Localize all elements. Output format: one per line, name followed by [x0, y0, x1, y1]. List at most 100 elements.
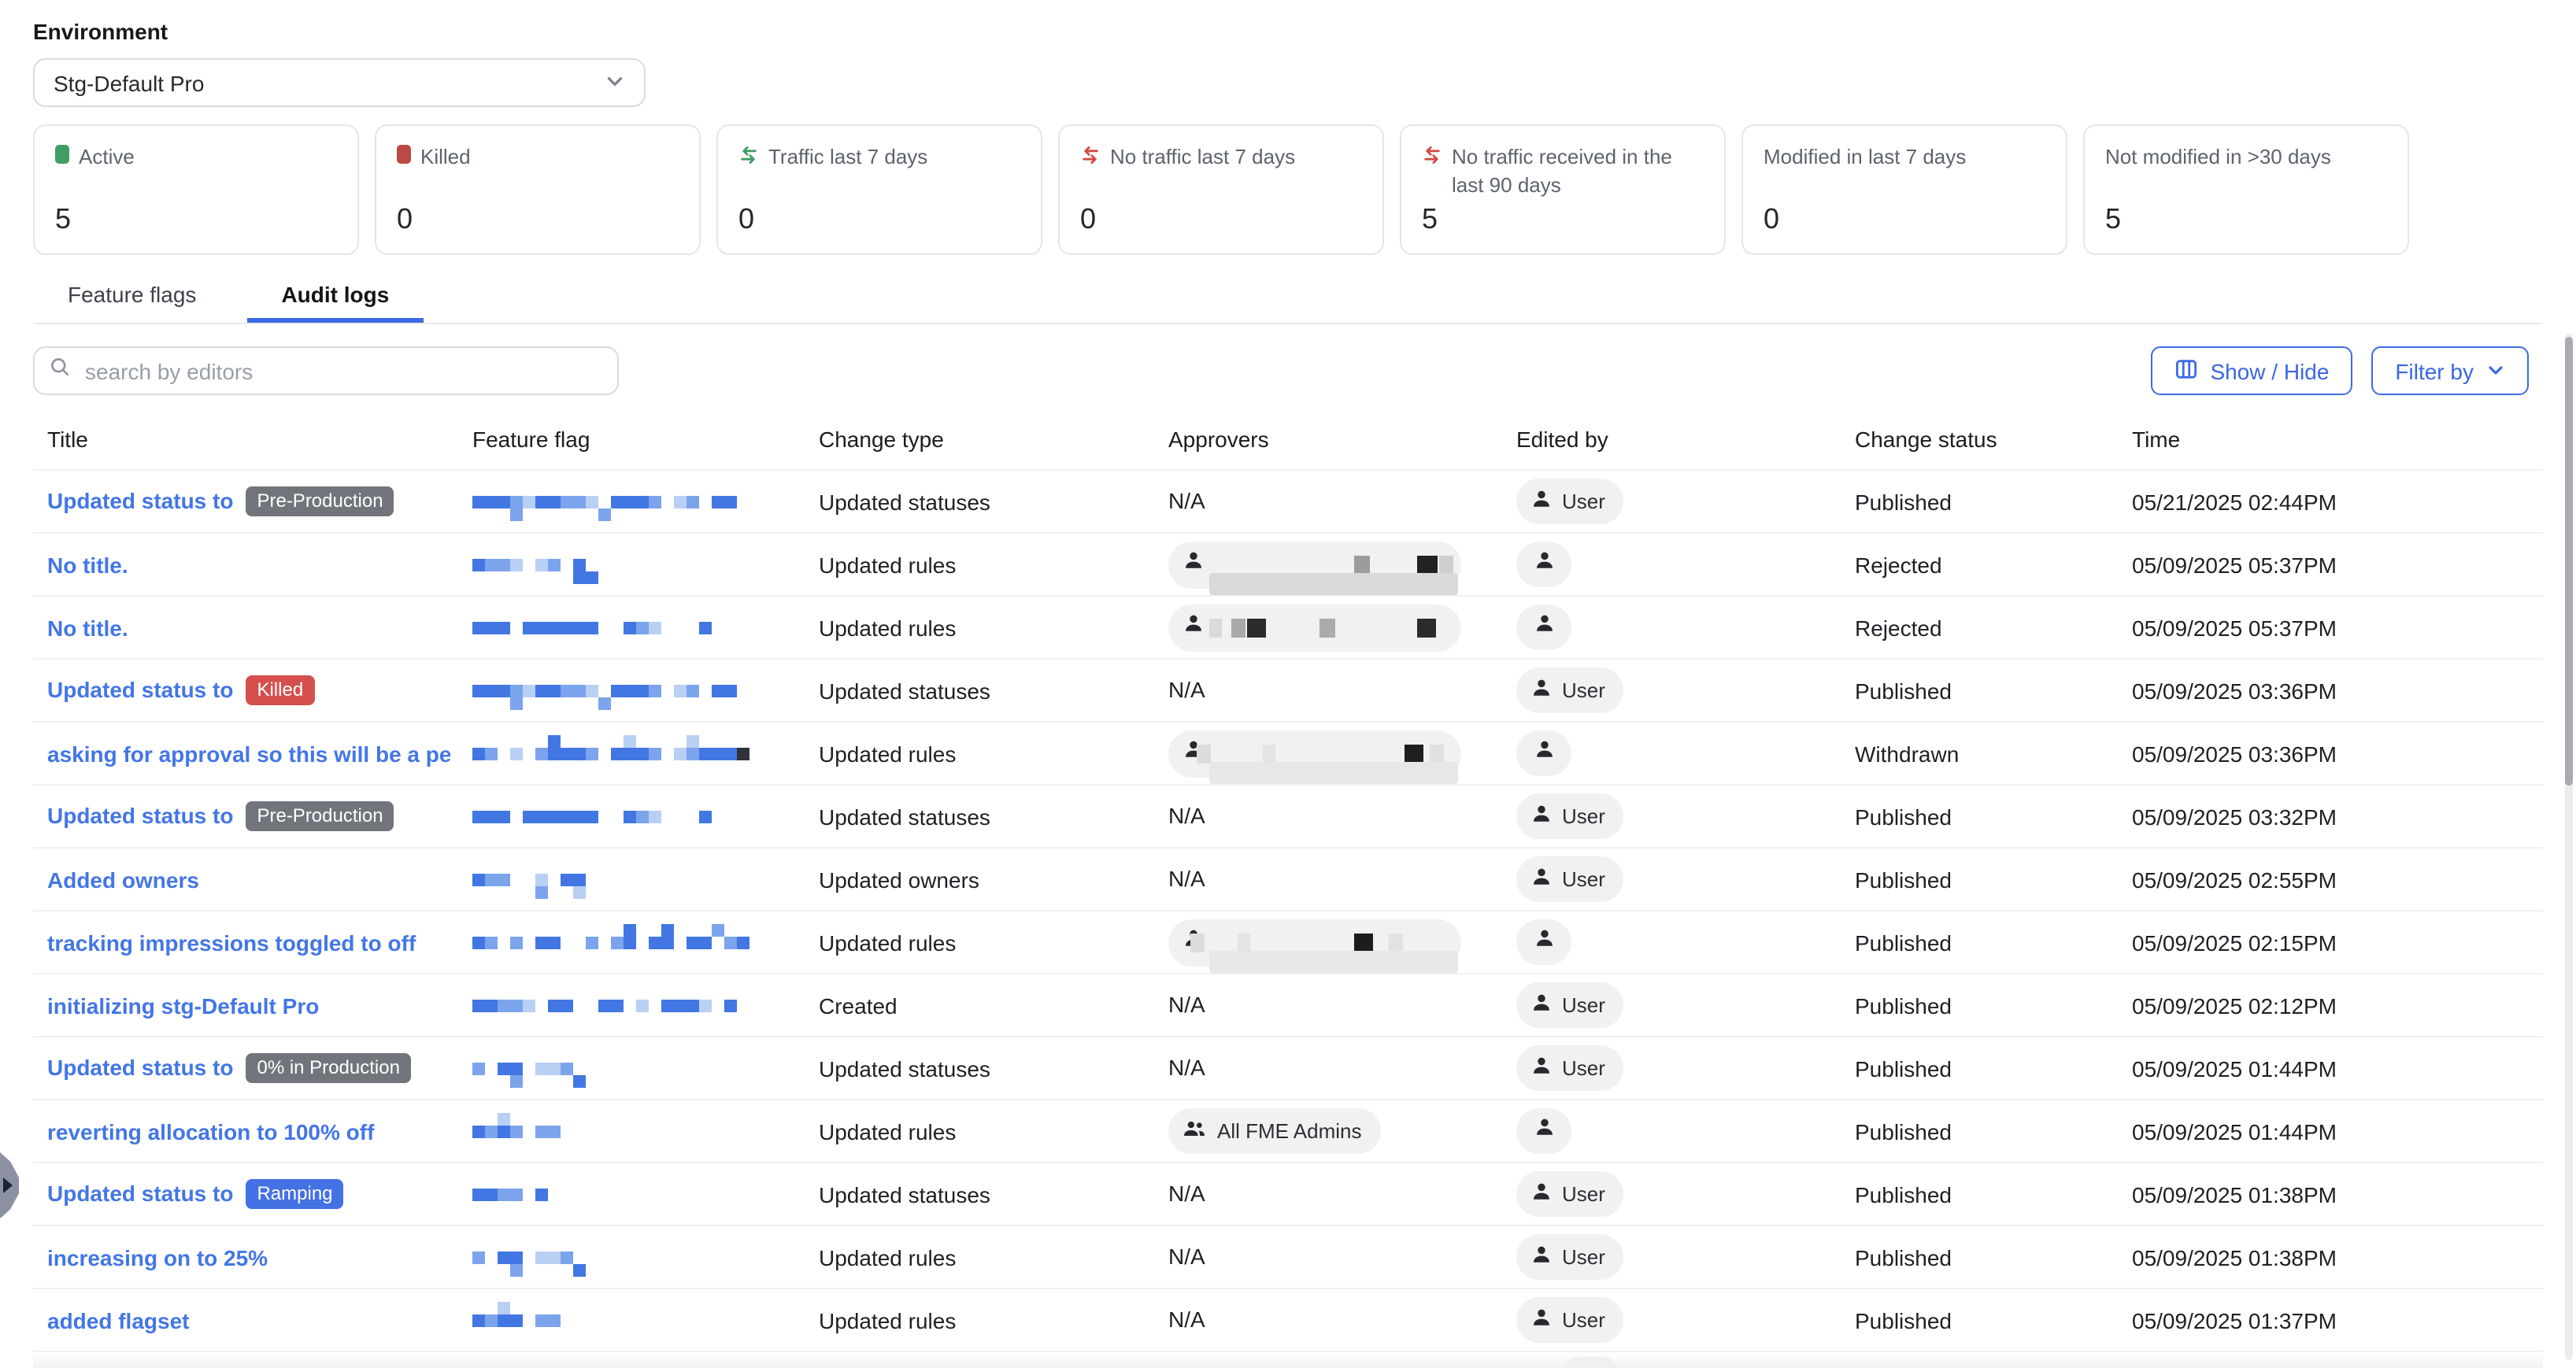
- title-cell: initializing stg-Default Pro: [47, 993, 472, 1018]
- flag-pixel: [498, 558, 510, 571]
- flag-pixel: [674, 495, 687, 508]
- flag-pixel: [548, 1125, 561, 1137]
- table-row: reverting allocation to 100% offUpdated …: [33, 1100, 2543, 1163]
- tab-feature-flags[interactable]: Feature flags: [33, 268, 231, 323]
- flag-pixel: [573, 886, 586, 898]
- audit-title-link[interactable]: Updated status to: [47, 1181, 233, 1207]
- audit-title-link[interactable]: initializing stg-Default Pro: [47, 993, 319, 1018]
- flag-pixel: [510, 495, 523, 508]
- audit-title-link[interactable]: Updated status to: [47, 804, 233, 829]
- edited-by-cell: User: [1516, 1171, 1855, 1217]
- person-icon: [1533, 612, 1555, 642]
- table-row: No title.Updated rulesRejected05/09/2025…: [33, 597, 2543, 660]
- table-row: asking for approval so this will be a pe…: [33, 723, 2543, 786]
- approvers-cell: N/A: [1168, 1306, 1516, 1334]
- title-cell: added flagset: [47, 1307, 472, 1333]
- edited-by-user-pill: User: [1516, 1045, 1624, 1091]
- vertical-scrollbar-track[interactable]: [2565, 334, 2573, 1360]
- audit-title-link[interactable]: increasing on to 25%: [47, 1244, 268, 1270]
- flag-pixel: [611, 747, 624, 760]
- redaction-mark: [1430, 744, 1444, 763]
- search-input[interactable]: [82, 357, 603, 385]
- edited-by-cell: User: [1516, 1297, 1855, 1343]
- flag-pixel: [573, 495, 586, 508]
- stat-value: 0: [397, 203, 679, 236]
- feature-flag-redacted: [472, 1049, 756, 1087]
- redaction-underbar: [1209, 761, 1458, 783]
- time-cell: 05/09/2025 05:37PM: [2132, 552, 2543, 577]
- feature-flag-redacted: [472, 545, 756, 583]
- stat-value: 5: [55, 203, 337, 236]
- person-icon: [1533, 549, 1555, 579]
- table-row: Updated status to0% in ProductionUpdated…: [33, 1037, 2543, 1100]
- redaction-mark: [1247, 618, 1266, 637]
- status-badge: Pre-Production: [246, 486, 394, 517]
- flag-pixel: [624, 936, 636, 948]
- audit-title-link[interactable]: Updated status to: [47, 489, 233, 514]
- feature-flag-cell: [472, 923, 819, 961]
- time-cell: 05/09/2025 03:36PM: [2132, 678, 2543, 703]
- audit-title-link[interactable]: Updated status to: [47, 1056, 233, 1081]
- time-cell: 05/09/2025 05:37PM: [2132, 615, 2543, 640]
- redaction-mark: [1354, 933, 1373, 952]
- sidebar-expand-handle[interactable]: [0, 1152, 19, 1218]
- flag-pixel: [535, 1062, 548, 1074]
- title-cell: asking for approval so this will be a pe: [47, 741, 472, 766]
- audit-title-link[interactable]: No title.: [47, 615, 128, 640]
- stat-card-header: Modified in last 7 days: [1764, 143, 2045, 171]
- redaction-underbar: [1209, 950, 1458, 972]
- status-badge: Pre-Production: [246, 800, 394, 832]
- flag-pixel: [699, 621, 712, 634]
- flag-pixel: [573, 873, 586, 886]
- change-type-cell: Updated statuses: [819, 804, 1168, 829]
- flag-pixel: [523, 684, 535, 697]
- time-cell: 05/21/2025 02:44PM: [2132, 489, 2543, 514]
- flag-pixel: [624, 684, 636, 697]
- show-hide-button[interactable]: Show / Hide: [2150, 346, 2352, 395]
- flag-pixel: [586, 810, 598, 823]
- vertical-scrollbar-thumb[interactable]: [2565, 337, 2573, 786]
- audit-title-link[interactable]: reverting allocation to 100% off: [47, 1118, 374, 1144]
- flag-pixel: [472, 873, 485, 886]
- audit-title-link[interactable]: tracking impressions toggled to off: [47, 930, 416, 955]
- flag-pixel: [636, 621, 649, 634]
- flag-pixel: [724, 495, 737, 508]
- person-icon: [1530, 1307, 1553, 1333]
- stat-label: Killed: [420, 143, 471, 171]
- change-status-cell: Withdrawn: [1855, 741, 2132, 766]
- audit-title-link[interactable]: No title.: [47, 552, 128, 577]
- audit-title-link[interactable]: Updated status to: [47, 678, 233, 703]
- flag-pixel: [523, 495, 535, 508]
- change-type-cell: Updated rules: [819, 552, 1168, 577]
- stat-card-header: Traffic last 7 days: [738, 143, 1020, 171]
- flag-pixel: [598, 508, 611, 520]
- audit-logs-table: TitleFeature flagChange typeApproversEdi…: [33, 408, 2543, 1368]
- flag-pixel: [510, 558, 523, 571]
- title-cell: Updated status toRamping: [47, 1178, 472, 1210]
- redaction-mark: [1389, 933, 1403, 952]
- flag-pixel: [687, 936, 699, 948]
- tab-audit-logs[interactable]: Audit logs: [246, 268, 424, 323]
- flag-pixel: [485, 1314, 498, 1326]
- edited-by-user-pill: User: [1516, 1171, 1624, 1217]
- audit-title-link[interactable]: added flagset: [47, 1307, 190, 1333]
- environment-select[interactable]: Stg-Default Pro: [33, 58, 646, 107]
- change-status-cell: Published: [1855, 867, 2132, 892]
- flag-pixel: [712, 747, 724, 760]
- search-box[interactable]: [33, 346, 619, 395]
- flag-pixel: [624, 621, 636, 634]
- approver-na: N/A: [1168, 865, 1205, 890]
- flag-pixel: [624, 810, 636, 823]
- filter-by-button[interactable]: Filter by: [2371, 346, 2529, 395]
- flag-pixel: [498, 495, 510, 508]
- flag-pixel: [498, 1301, 510, 1314]
- audit-title-link[interactable]: Added owners: [47, 867, 199, 892]
- flag-pixel: [649, 621, 661, 634]
- flag-pixel: [573, 621, 586, 634]
- feature-flag-redacted: [472, 860, 756, 898]
- audit-title-link[interactable]: asking for approval so this will be a pe: [47, 741, 450, 766]
- approvers-cell: N/A: [1168, 802, 1516, 830]
- flag-pixel: [674, 684, 687, 697]
- redaction-mark: [1319, 618, 1335, 637]
- change-type-cell: Updated statuses: [819, 678, 1168, 703]
